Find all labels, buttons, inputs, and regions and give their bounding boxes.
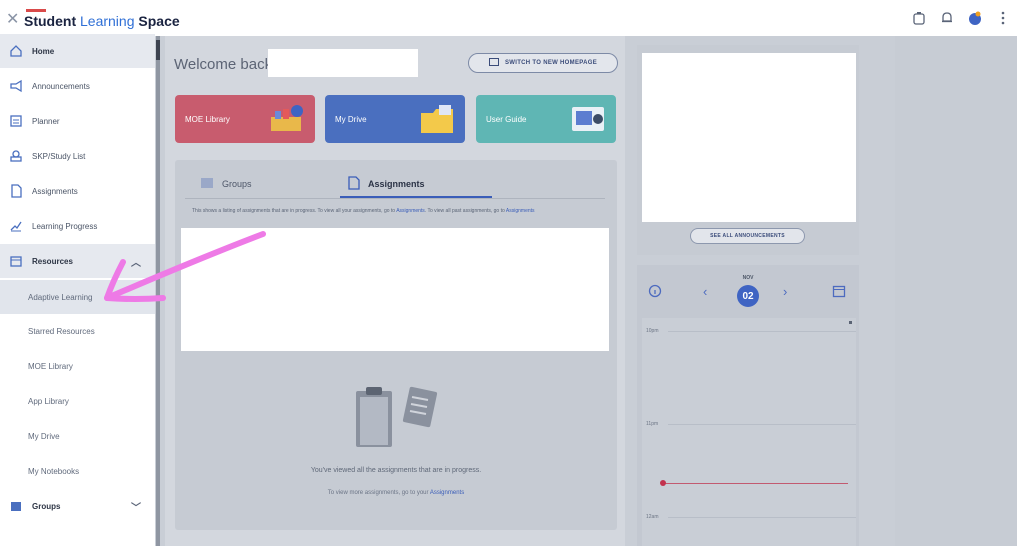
time-grid-line bbox=[668, 517, 856, 518]
calendar-day[interactable]: 02 bbox=[737, 285, 759, 307]
empty-assignments-link[interactable]: Assignments bbox=[430, 490, 464, 496]
logo-word-student: Student bbox=[24, 13, 77, 29]
chevron-right-icon[interactable]: › bbox=[783, 284, 787, 299]
megaphone-icon bbox=[8, 78, 24, 94]
user-name-redacted bbox=[268, 49, 418, 77]
library-illustration-icon bbox=[269, 103, 305, 135]
tab-label: Groups bbox=[222, 179, 252, 189]
sidebar-subitem-my-notebooks[interactable]: My Notebooks bbox=[0, 454, 155, 488]
switch-homepage-button[interactable]: SWITCH TO NEW HOMEPAGE bbox=[468, 53, 618, 73]
tile-label: User Guide bbox=[486, 114, 527, 124]
sidebar-item-label: Announcements bbox=[32, 81, 90, 91]
subitem-label: Starred Resources bbox=[28, 326, 95, 336]
groups-icon bbox=[8, 498, 24, 514]
sidebar-subitem-my-drive[interactable]: My Drive bbox=[0, 419, 155, 453]
progress-chart-icon bbox=[8, 218, 24, 234]
active-tab-indicator bbox=[340, 196, 492, 198]
guide-illustration-icon bbox=[570, 103, 606, 135]
calendar-timeline[interactable] bbox=[642, 318, 856, 546]
time-label: 11pm bbox=[646, 421, 659, 427]
empty-hint-text: To view more assignments, go to your bbox=[327, 490, 429, 496]
sidebar-item-planner[interactable]: Planner bbox=[0, 104, 155, 138]
sidebar-item-home[interactable]: Home bbox=[0, 34, 155, 68]
logo-word-space: Space bbox=[138, 13, 180, 29]
tile-moe-library[interactable]: MOE Library bbox=[175, 95, 315, 143]
subitem-label: My Drive bbox=[28, 431, 60, 441]
timer-icon[interactable] bbox=[911, 10, 927, 26]
sidebar-item-label: Groups bbox=[32, 501, 61, 511]
logo-accent bbox=[26, 9, 46, 12]
time-grid-line bbox=[668, 424, 856, 425]
switch-homepage-label: SWITCH TO NEW HOMEPAGE bbox=[504, 60, 598, 66]
window-icon bbox=[488, 58, 499, 68]
current-time-dot bbox=[660, 480, 666, 486]
subitem-label: My Notebooks bbox=[28, 466, 80, 476]
subitem-label: Adaptive Learning bbox=[28, 292, 93, 302]
tile-label: My Drive bbox=[335, 114, 367, 124]
time-label: 12am bbox=[646, 514, 659, 520]
sidebar-item-label: Resources bbox=[32, 256, 73, 266]
subitem-label: MOE Library bbox=[28, 361, 73, 371]
sidebar-item-assignments[interactable]: Assignments bbox=[0, 174, 155, 208]
bell-icon[interactable] bbox=[939, 10, 955, 26]
sidebar-item-study-list[interactable]: SKP/Study List bbox=[0, 139, 155, 173]
study-list-icon bbox=[8, 148, 24, 164]
subitem-label: App Library bbox=[28, 396, 69, 406]
sidebar-item-label: SKP/Study List bbox=[32, 151, 86, 161]
sidebar-item-label: Planner bbox=[32, 116, 60, 126]
time-grid-line bbox=[668, 331, 856, 332]
tile-user-guide[interactable]: User Guide bbox=[476, 95, 616, 143]
tab-assignments[interactable]: Assignments bbox=[348, 172, 425, 196]
current-time-line bbox=[664, 483, 848, 484]
assignments-link-2[interactable]: Assignments bbox=[506, 208, 535, 214]
sidebar-scrollbar-thumb[interactable] bbox=[156, 40, 160, 60]
empty-state-message: You've viewed all the assignments that a… bbox=[310, 467, 482, 474]
empty-state-hint: To view more assignments, go to your Ass… bbox=[175, 490, 617, 496]
close-icon[interactable]: ✕ bbox=[6, 9, 19, 29]
calendar-month: NOV bbox=[742, 275, 754, 281]
sidebar-item-groups[interactable]: Groups ﹀ bbox=[0, 489, 155, 523]
tile-my-drive[interactable]: My Drive bbox=[325, 95, 465, 143]
calendar-more-marker bbox=[849, 321, 852, 324]
sidebar-item-label: Learning Progress bbox=[32, 221, 98, 231]
chevron-down-icon[interactable]: ﹀ bbox=[131, 499, 141, 514]
announcements-area bbox=[642, 53, 856, 222]
pink-arrow-annotation bbox=[104, 231, 266, 302]
resources-icon bbox=[8, 253, 24, 269]
welcome-text: Welcome back bbox=[174, 56, 273, 73]
assignments-link[interactable]: Assignments bbox=[396, 208, 425, 214]
planner-icon bbox=[8, 113, 24, 129]
groups-tab-icon bbox=[200, 177, 214, 191]
avatar-icon[interactable] bbox=[967, 10, 983, 26]
home-icon bbox=[8, 43, 24, 59]
drive-illustration-icon bbox=[419, 103, 455, 135]
time-label: 10pm bbox=[646, 328, 659, 334]
chevron-left-icon[interactable]: ‹ bbox=[703, 284, 707, 299]
description-tail: . To view all past assignments, go to bbox=[424, 208, 505, 214]
sidebar-item-announcements[interactable]: Announcements bbox=[0, 69, 155, 103]
see-all-announcements-button[interactable]: SEE ALL ANNOUNCEMENTS bbox=[690, 228, 805, 244]
calendar-icon[interactable] bbox=[832, 284, 846, 301]
top-icons bbox=[911, 10, 1011, 26]
sidebar-subitem-moe-library[interactable]: MOE Library bbox=[0, 349, 155, 383]
sidebar-subitem-app-library[interactable]: App Library bbox=[0, 384, 155, 418]
sidebar-item-label: Home bbox=[32, 46, 55, 56]
sidebar-item-label: Assignments bbox=[32, 186, 78, 196]
right-margin bbox=[895, 36, 1017, 546]
more-icon[interactable] bbox=[995, 10, 1011, 26]
calendar-info-icon[interactable] bbox=[648, 284, 662, 301]
description-text: This shows a listing of assignments that… bbox=[192, 208, 396, 214]
assignment-tab-icon bbox=[348, 176, 360, 192]
tab-groups[interactable]: Groups bbox=[200, 172, 252, 196]
clipboard-illustration-icon bbox=[356, 386, 438, 447]
tile-label: MOE Library bbox=[185, 114, 230, 124]
tab-label: Assignments bbox=[368, 179, 425, 189]
assignment-icon bbox=[8, 183, 24, 199]
assignments-description: This shows a listing of assignments that… bbox=[192, 207, 602, 215]
logo-word-learning: Learning bbox=[80, 13, 135, 29]
app-logo[interactable]: Student Learning Space bbox=[24, 13, 180, 29]
sidebar-subitem-starred-resources[interactable]: Starred Resources bbox=[0, 314, 155, 348]
tab-divider bbox=[185, 198, 605, 199]
